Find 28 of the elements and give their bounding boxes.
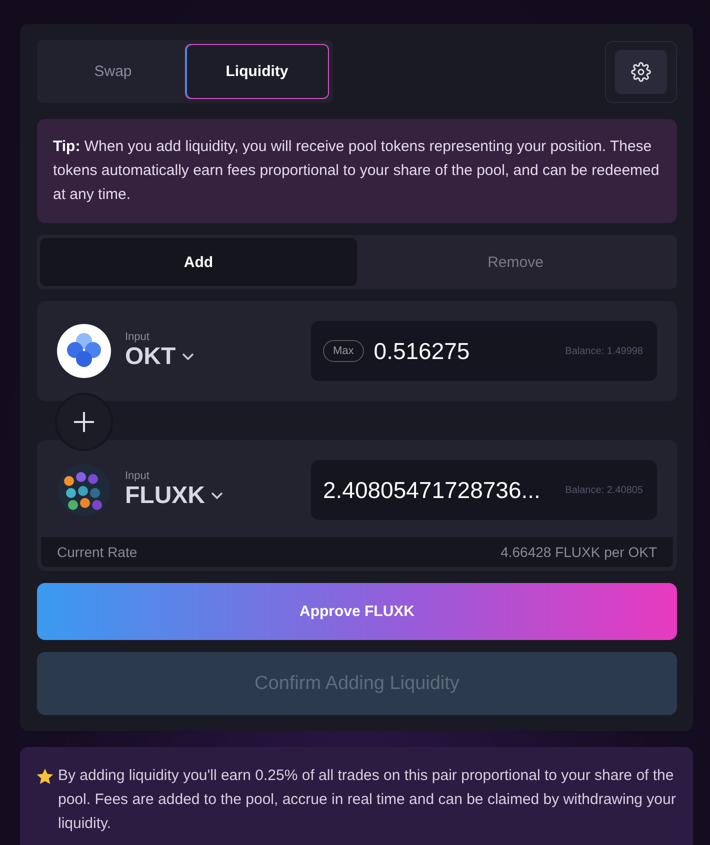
tab[interactable]: Liquidity [185,44,329,99]
amount-field[interactable]: 2.40805471728736... Balance: 2.40805 [311,460,657,520]
token-selector[interactable]: OKT [125,343,285,371]
mode-tab[interactable]: Remove [357,238,674,286]
amount-field[interactable]: Max 0.516275 Balance: 1.49998 [311,321,657,381]
chevron-icon [211,492,223,500]
approve-button[interactable]: Approve FLUXK [37,583,677,640]
settings-button[interactable] [615,50,667,94]
rate-label: Current Rate [57,544,138,560]
mode-tab[interactable]: Add [40,238,357,286]
amount-value: 2.40805471728736... [323,476,542,504]
amount-value: 0.516275 [374,338,471,364]
tip-text: Tip: When you add liquidity, you will receive pool tokens representing your position. These tokens automatically earn fees proportional to your share of the pool, and can be redeemed at any time. [37,119,677,223]
coin-icon [57,463,111,517]
chevron-icon [182,353,194,361]
settings-icon [631,62,651,82]
note-text: By adding liquidity you'll earn 0.25% of all trades on this pair proportional to your share of the pool. Fees are added to the pool, accrue in real time and can be claimed by withdrawing your liquidity. [58,766,677,834]
balance-label: Balance: 1.49998 [565,346,643,356]
rate-value: 4.66428 FLUXK per OKT [500,544,657,560]
max-button[interactable]: Max [323,340,364,362]
balance-label: Balance: 2.40805 [565,484,643,496]
coin-icon [57,324,111,378]
star-icon [36,768,54,785]
input-caption: Input [125,331,150,343]
input-caption: Input [125,470,150,482]
tab[interactable]: Swap [41,44,185,99]
token-selector[interactable]: FLUXK [125,482,285,510]
plus-icon [73,411,95,433]
